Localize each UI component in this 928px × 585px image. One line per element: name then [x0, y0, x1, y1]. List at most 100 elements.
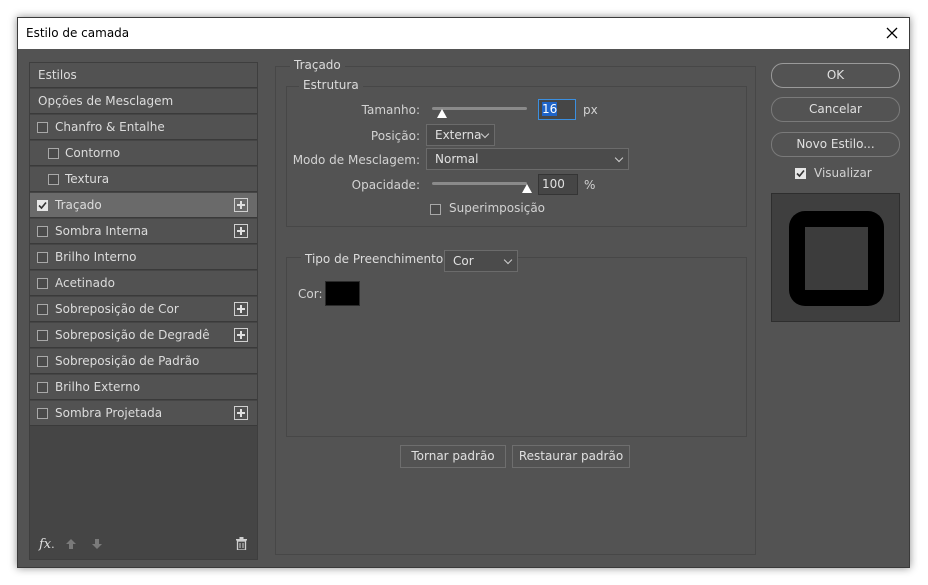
color-label: Cor: — [298, 287, 323, 301]
sidebar-item-label: Sombra Projetada — [55, 406, 163, 420]
chevron-down-icon — [614, 153, 624, 163]
trash-icon[interactable] — [236, 537, 247, 550]
sidebar-item-inner-glow[interactable]: Brilho Interno — [30, 245, 257, 270]
reset-default-button[interactable]: Restaurar padrão — [512, 445, 630, 468]
checkbox[interactable] — [37, 408, 48, 419]
blend-mode-value: Normal — [435, 152, 479, 166]
stroke-settings-panel: Traçado Estrutura Tamanho: 16 px Posição… — [275, 58, 756, 555]
size-input[interactable]: 16 — [538, 99, 576, 120]
sidebar-item-inner-shadow[interactable]: Sombra Interna — [30, 219, 257, 244]
size-value: 16 — [542, 102, 558, 116]
sidebar-item-color-overlay[interactable]: Sobreposição de Cor — [30, 297, 257, 322]
sidebar-item-label: Brilho Interno — [55, 250, 137, 264]
sidebar-item-contour[interactable]: Contorno — [30, 141, 257, 166]
fill-type-label: Tipo de Preenchimento: — [301, 252, 452, 266]
opacity-label: Opacidade: — [351, 178, 420, 192]
sidebar-item-drop-shadow[interactable]: Sombra Projetada — [30, 401, 257, 426]
overprint-checkbox[interactable] — [430, 204, 441, 215]
layer-style-dialog: Estilo de camada Estilos Opções de Mescl… — [17, 17, 910, 568]
checkbox-checked[interactable] — [37, 200, 48, 211]
sidebar-item-label: Acetinado — [55, 276, 115, 290]
checkbox[interactable] — [37, 382, 48, 393]
checkbox[interactable] — [48, 148, 59, 159]
preview-label: Visualizar — [814, 166, 872, 180]
size-slider-thumb[interactable] — [436, 109, 447, 118]
checkbox[interactable] — [37, 226, 48, 237]
checkbox[interactable] — [37, 278, 48, 289]
move-down-icon[interactable] — [92, 539, 102, 550]
check-icon — [38, 201, 47, 210]
sidebar-item-label: Sobreposição de Cor — [55, 302, 179, 316]
checkbox[interactable] — [37, 330, 48, 341]
sidebar-header-blending-options[interactable]: Opções de Mesclagem — [30, 89, 257, 114]
sidebar-item-gradient-overlay[interactable]: Sobreposição de Degradê — [30, 323, 257, 348]
sidebar-item-satin[interactable]: Acetinado — [30, 271, 257, 296]
title-bar: Estilo de camada — [18, 18, 909, 49]
fill-type-value: Cor — [453, 254, 474, 268]
sidebar-item-label: Contorno — [65, 146, 121, 160]
preview-checkbox[interactable] — [795, 168, 806, 179]
sidebar-item-label: Chanfro & Entalhe — [55, 120, 165, 134]
sidebar-item-label: Brilho Externo — [55, 380, 141, 394]
preview-shape — [805, 227, 868, 290]
sidebar-header-label: Opções de Mesclagem — [38, 94, 174, 108]
sidebar-item-label: Sombra Interna — [55, 224, 149, 238]
fx-suffix: . — [51, 538, 55, 551]
overprint-label: Superimposição — [449, 201, 546, 215]
opacity-value: 100 — [542, 177, 565, 191]
window-title: Estilo de camada — [26, 26, 130, 40]
fx-icon[interactable]: fx. — [39, 537, 55, 552]
sidebar-item-label: Sobreposição de Degradê — [55, 328, 210, 342]
ok-button[interactable]: OK — [771, 63, 900, 88]
checkbox[interactable] — [48, 174, 59, 185]
opacity-unit: % — [584, 178, 596, 192]
move-up-icon[interactable] — [66, 539, 76, 550]
sidebar-item-stroke[interactable]: Traçado — [30, 193, 257, 218]
opacity-slider[interactable] — [432, 182, 527, 185]
size-label: Tamanho: — [361, 103, 420, 117]
sidebar-item-label: Textura — [65, 172, 110, 186]
fx-label: fx — [39, 537, 52, 552]
add-icon[interactable] — [234, 302, 248, 316]
style-list-footer: fx. — [30, 529, 257, 559]
sidebar-item-label: Sobreposição de Padrão — [55, 354, 200, 368]
blend-mode-label: Modo de Mesclagem: — [292, 153, 420, 167]
blend-mode-select[interactable]: Normal — [426, 148, 629, 170]
close-icon[interactable] — [881, 22, 903, 44]
color-swatch[interactable] — [325, 281, 360, 306]
sidebar-item-label: Traçado — [55, 198, 102, 212]
cancel-button[interactable]: Cancelar — [771, 97, 900, 122]
add-icon[interactable] — [234, 328, 248, 342]
add-icon[interactable] — [234, 406, 248, 420]
checkbox[interactable] — [37, 122, 48, 133]
sidebar-item-pattern-overlay[interactable]: Sobreposição de Padrão — [30, 349, 257, 374]
structure-title: Estrutura — [299, 78, 363, 92]
position-value: Externa — [435, 128, 482, 142]
sidebar-item-texture[interactable]: Textura — [30, 167, 257, 192]
section-title: Traçado — [290, 58, 345, 72]
position-select[interactable]: Externa — [426, 124, 495, 146]
make-default-button[interactable]: Tornar padrão — [400, 445, 506, 468]
fill-type-select[interactable]: Cor — [444, 250, 518, 272]
position-label: Posição: — [370, 129, 420, 143]
add-icon[interactable] — [234, 224, 248, 238]
sidebar-item-bevel-emboss[interactable]: Chanfro & Entalhe — [30, 115, 257, 140]
size-unit: px — [583, 103, 598, 117]
chevron-down-icon — [503, 255, 513, 265]
opacity-slider-thumb[interactable] — [522, 184, 532, 193]
chevron-down-icon — [480, 129, 490, 139]
structure-group: Estrutura Tamanho: 16 px Posição: Extern… — [286, 78, 747, 227]
checkbox[interactable] — [37, 356, 48, 367]
opacity-input[interactable]: 100 — [538, 174, 578, 195]
style-list: Estilos Opções de Mesclagem Chanfro & En… — [29, 62, 258, 560]
sidebar-header-label: Estilos — [38, 68, 77, 82]
sidebar-header-styles[interactable]: Estilos — [30, 63, 257, 88]
add-icon[interactable] — [234, 198, 248, 212]
sidebar-item-outer-glow[interactable]: Brilho Externo — [30, 375, 257, 400]
fill-type-group: Tipo de Preenchimento: Cor Cor: — [286, 250, 747, 437]
new-style-button[interactable]: Novo Estilo... — [771, 132, 900, 157]
checkbox[interactable] — [37, 304, 48, 315]
style-preview — [771, 193, 900, 322]
checkbox[interactable] — [37, 252, 48, 263]
check-icon — [796, 169, 805, 178]
